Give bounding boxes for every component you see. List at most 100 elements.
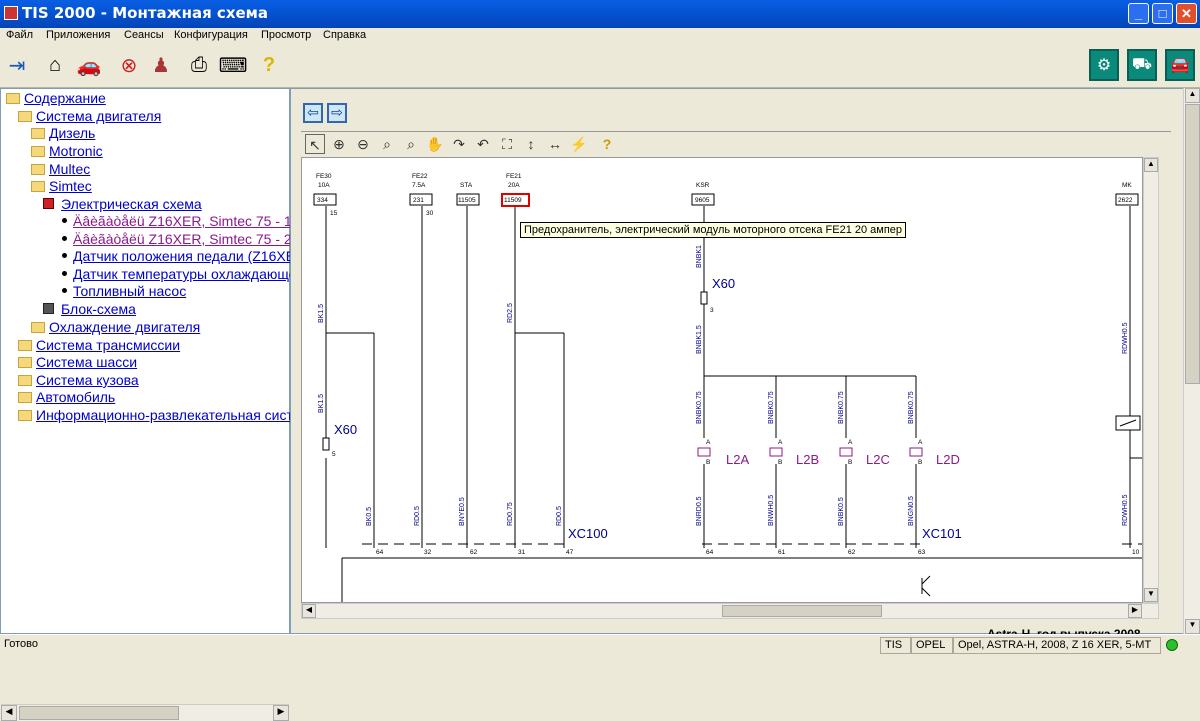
scroll-right-arrow-icon[interactable]: ▶ [273, 705, 289, 721]
scroll-right-arrow-icon[interactable]: ▶ [1128, 604, 1142, 618]
tree-item-fuel-pump[interactable]: Топливный насос [73, 283, 186, 299]
tree-item-motronic[interactable]: Motronic [49, 143, 103, 159]
scroll-thumb[interactable] [1185, 104, 1200, 384]
fuse-amp: 10A [318, 182, 330, 189]
tree-item-transmission[interactable]: Система трансмиссии [36, 337, 180, 353]
minimize-button[interactable]: _ [1128, 3, 1149, 24]
rotate-right-icon[interactable]: ↷ [449, 134, 469, 154]
page-vertical-scrollbar[interactable]: ▲ ▼ [1183, 88, 1200, 634]
main-toolbar: ⇥ ⌂ 🚗 ⊗ ♟ ⎙ ⌨ ? ⚙ ⛟ 🚘 [0, 46, 1200, 88]
tree-item-z16xer-2[interactable]: Äâèãàòåëü Z16XER, Simtec 75 - 2 [73, 231, 292, 247]
connector-label: X60 [712, 276, 735, 291]
wire-label: BNBK1 [696, 245, 703, 268]
menu-bar: Файл Приложения Сеансы Конфигурация Прос… [0, 28, 1200, 46]
tree-item-coolant-sensor[interactable]: Датчик температуры охлаждающе [73, 266, 297, 282]
fuse-name: FE22 [412, 173, 428, 180]
fit-width-icon[interactable]: ↔ [545, 134, 565, 154]
zoom-out-icon[interactable]: ⊖ [353, 134, 373, 154]
home-icon[interactable]: ⌂ [42, 52, 68, 78]
scroll-up-arrow-icon[interactable]: ▲ [1185, 88, 1200, 103]
scroll-left-arrow-icon[interactable]: ◀ [1, 705, 17, 721]
print-icon[interactable]: ⎙ [186, 52, 212, 78]
car-icon[interactable]: 🚘 [1165, 49, 1195, 81]
zoom-area-icon[interactable]: ⌕ [401, 134, 421, 154]
pan-hand-icon[interactable]: ✋ [425, 134, 445, 154]
xc100-pin: 31 [518, 549, 526, 556]
folder-icon [18, 340, 32, 351]
fuse-pin: 15 [330, 210, 338, 217]
tree-horizontal-scrollbar[interactable]: ◀ ▶ [1, 704, 289, 721]
forward-arrow-icon[interactable]: ⇨ [327, 103, 347, 123]
tree-item-body[interactable]: Система кузова [36, 372, 139, 388]
window-title: TIS 2000 - Монтажная схема [22, 4, 269, 22]
scroll-thumb[interactable] [19, 706, 179, 720]
menu-applications[interactable]: Приложения [46, 29, 110, 41]
tree-item-chassis[interactable]: Система шасси [36, 354, 137, 370]
keyboard-icon[interactable]: ⌨ [219, 52, 248, 78]
wire-label: BNBK1.5 [696, 325, 703, 354]
coil-pin-b: B [918, 459, 922, 466]
tree-root[interactable]: Содержание [24, 90, 106, 106]
scroll-down-arrow-icon[interactable]: ▼ [1144, 588, 1158, 602]
schematic-panel: ⇦ ⇨ ↖ ⊕ ⊖ ⌕ ⌕ ✋ ↷ ↶ ⛶ ↕ ↔ ⚡ ? FE30 10A 3… [290, 88, 1200, 634]
zoom-icon[interactable]: ⌕ [377, 134, 397, 154]
coil-pin-b: B [706, 459, 710, 466]
coil-label: L2B [796, 452, 819, 467]
exit-icon[interactable]: ⇥ [4, 52, 30, 78]
fit-height-icon[interactable]: ↕ [521, 134, 541, 154]
tree-item-electrical-schematic[interactable]: Электрическая схема [61, 196, 202, 212]
coil-pin-b: B [848, 459, 852, 466]
menu-view[interactable]: Просмотр [261, 29, 311, 41]
rotate-left-icon[interactable]: ↶ [473, 134, 493, 154]
pointer-icon[interactable]: ↖ [305, 134, 325, 154]
menu-file[interactable]: Файл [6, 29, 33, 41]
scroll-up-arrow-icon[interactable]: ▲ [1144, 158, 1158, 172]
scroll-left-arrow-icon[interactable]: ◀ [302, 604, 316, 618]
fuse-amp: 7.5A [412, 182, 426, 189]
xc101-pin: 10 [1132, 549, 1140, 556]
wire-label: BNYE0.5 [459, 497, 466, 526]
bullet-icon [62, 271, 67, 276]
app-icon[interactable] [4, 6, 18, 20]
wire-label: BNGN0.5 [908, 496, 915, 526]
stop-icon[interactable]: ⊗ [116, 52, 142, 78]
schematic-canvas[interactable]: FE30 10A 334 15 FE22 7.5A 231 30 STA 115… [301, 157, 1143, 603]
scroll-down-arrow-icon[interactable]: ▼ [1185, 619, 1200, 634]
folder-icon [18, 392, 32, 403]
bullet-icon [62, 218, 67, 223]
tree-item-vehicle[interactable]: Автомобиль [36, 389, 115, 405]
tree-item-engine-system[interactable]: Система двигателя [36, 108, 161, 124]
tree-item-simtec[interactable]: Simtec [49, 178, 92, 194]
block-diagram-icon [43, 303, 54, 314]
highlight-icon[interactable]: ⚡ [569, 134, 589, 154]
tree-item-engine-cooling[interactable]: Охлаждение двигателя [49, 319, 200, 335]
menu-configuration[interactable]: Конфигурация [174, 29, 248, 41]
schematic-vertical-scrollbar[interactable]: ▲ ▼ [1143, 157, 1159, 603]
tree-item-block-diagram[interactable]: Блок-схема [61, 301, 136, 317]
tree-item-pedal-sensor[interactable]: Датчик положения педали (Z16XE [73, 248, 295, 264]
schematic-horizontal-scrollbar[interactable]: ◀ ▶ [301, 603, 1159, 619]
folder-icon [31, 181, 45, 192]
wire-label: BNBK0.5 [838, 497, 845, 526]
back-arrow-icon[interactable]: ⇦ [303, 103, 323, 123]
tree-item-z16xer-1[interactable]: Äâèãàòåëü Z16XER, Simtec 75 - 1 [73, 213, 292, 229]
wire-label: RD0.5 [414, 506, 421, 526]
vehicle-icon[interactable]: 🚗 [76, 52, 102, 78]
help-icon[interactable]: ? [256, 52, 282, 78]
vehicle-service-icon[interactable]: ⛟ [1127, 49, 1157, 81]
user-icon[interactable]: ♟ [148, 52, 174, 78]
tree-item-diesel[interactable]: Дизель [49, 125, 95, 141]
close-button[interactable]: ✕ [1176, 3, 1197, 24]
zoom-in-icon[interactable]: ⊕ [329, 134, 349, 154]
help-icon[interactable]: ? [597, 134, 617, 154]
tree-item-multec[interactable]: Multec [49, 161, 90, 177]
maximize-button[interactable]: □ [1152, 3, 1173, 24]
fit-page-icon[interactable]: ⛶ [497, 134, 517, 154]
menu-sessions[interactable]: Сеансы [124, 29, 164, 41]
folder-icon [18, 111, 32, 122]
wire-label: BNRD0.5 [696, 496, 703, 526]
diagnostics-icon[interactable]: ⚙ [1089, 49, 1119, 81]
menu-help[interactable]: Справка [323, 29, 366, 41]
scroll-thumb[interactable] [722, 605, 882, 617]
tree-item-infotainment[interactable]: Информационно-развлекательная сист [36, 407, 293, 423]
